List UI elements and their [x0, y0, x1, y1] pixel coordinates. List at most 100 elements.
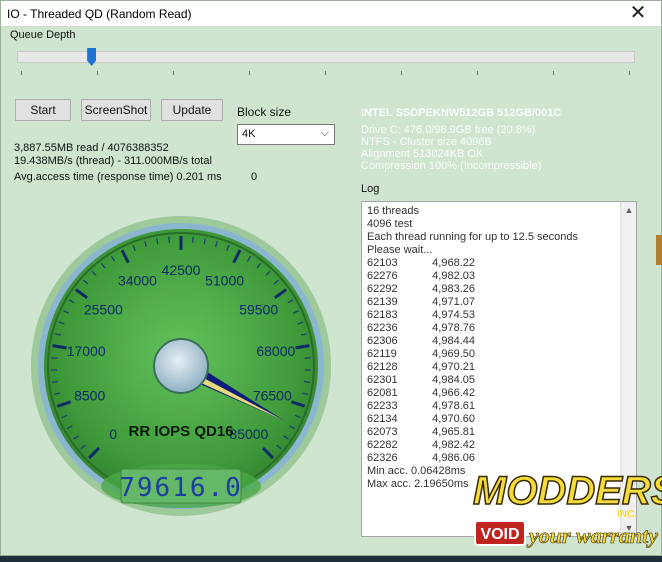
log-lines: 16 threads 4096 test Each thread running f…: [367, 205, 578, 491]
log-result-row: 62233 4,978.61: [367, 400, 578, 413]
queue-depth-slider[interactable]: [17, 51, 635, 63]
drive-free-space: Drive C: 476.0/98.9GB free (20.8%): [361, 124, 536, 136]
drive-filesystem: NTFS - Cluster size 4096B: [361, 136, 492, 148]
watermark-tagline: your warranty: [526, 523, 658, 548]
log-iops-value: 62282: [367, 439, 398, 451]
slider-tick: [553, 71, 554, 75]
log-iops-value: 62292: [367, 283, 398, 295]
gauge-minor-tick: [51, 380, 59, 383]
gauge-scale-label: 59500: [239, 302, 278, 318]
watermark-brand: MODDERS: [473, 469, 662, 513]
gauge-scale-label: 51000: [205, 272, 244, 288]
slider-tick: [325, 71, 326, 75]
drive-alignment: Alignment 513024KB OK: [361, 148, 484, 160]
gauge-title: RR IOPS QD16: [128, 423, 233, 440]
gauge-scale-label: 76500: [253, 388, 292, 404]
gauge-minor-tick: [168, 236, 170, 243]
log-header-line: Please wait...: [367, 244, 433, 256]
log-speed-value: 4,970.21: [432, 361, 475, 373]
speed-text: 19.438MB/s (thread) - 311.000MB/s total: [14, 155, 212, 167]
app-window: IO - Threaded QD (Random Read) ✕ Queue D…: [0, 0, 662, 556]
log-speed-value: 4,982.42: [432, 439, 475, 451]
gauge-scale-label: 34000: [118, 272, 157, 288]
log-header-line: 16 threads: [367, 205, 419, 217]
gauge-scale-label: 8500: [74, 388, 105, 404]
gauge-minor-tick: [303, 380, 311, 383]
log-speed-value: 4,978.61: [432, 400, 475, 412]
gauge-hub: [153, 338, 209, 394]
log-iops-value: 62134: [367, 413, 398, 425]
slider-tick: [173, 71, 174, 75]
log-result-row: 62276 4,982.03: [367, 270, 578, 283]
log-result-row: 62282 4,982.42: [367, 439, 578, 452]
log-iops-value: 62081: [367, 387, 398, 399]
window-title: IO - Threaded QD (Random Read): [7, 7, 192, 21]
gauge-scale-label: 25500: [84, 302, 123, 318]
close-button[interactable]: ✕: [621, 3, 655, 25]
log-result-row: 62134 4,970.60: [367, 413, 578, 426]
log-result-row: 62306 4,984.44: [367, 335, 578, 348]
log-speed-value: 4,968.22: [432, 257, 475, 269]
watermark-void: VOID: [480, 526, 519, 543]
log-iops-value: 62306: [367, 335, 398, 347]
log-result-row: 62183 4,974.53: [367, 309, 578, 322]
log-speed-value: 4,984.44: [432, 335, 475, 347]
screenshot-button[interactable]: ScreenShot: [81, 99, 151, 121]
access-count-text: 0: [251, 171, 258, 183]
slider-tick: [629, 71, 630, 75]
log-speed-value: 4,978.76: [432, 322, 475, 334]
background-strip: [656, 235, 662, 265]
log-speed-value: 4,982.03: [432, 270, 475, 282]
slider-tick: [249, 71, 250, 75]
watermark-inc: INC.: [617, 509, 637, 520]
log-iops-value: 62301: [367, 374, 398, 386]
log-label: Log: [361, 183, 380, 195]
log-result-row: 62073 4,965.81: [367, 426, 578, 439]
log-speed-value: 4,974.53: [432, 309, 475, 321]
scroll-up-icon[interactable]: ▲: [621, 202, 636, 218]
gauge-scale-label: 68000: [256, 343, 295, 359]
log-speed-value: 4,966.42: [432, 387, 475, 399]
log-iops-value: 62103: [367, 257, 398, 269]
log-result-row: 62081 4,966.42: [367, 387, 578, 400]
chevron-down-icon: ⌵: [320, 127, 329, 139]
log-result-row: 62236 4,978.76: [367, 322, 578, 335]
update-button[interactable]: Update: [161, 99, 223, 121]
block-size-label: Block size: [237, 105, 292, 119]
block-size-select[interactable]: 4K ⌵: [237, 124, 335, 145]
slider-tick: [97, 71, 98, 75]
log-iops-value: 62128: [367, 361, 398, 373]
log-iops-value: 62236: [367, 322, 398, 334]
gauge-scale-label: 42500: [162, 262, 201, 278]
drive-compression: Compression 100% (Incompressible): [361, 160, 542, 172]
log-speed-value: 4,983.26: [432, 283, 475, 295]
log-iops-value: 62183: [367, 309, 398, 321]
read-total-text: 3,887.55MB read / 4076388352: [14, 142, 169, 154]
gauge-scale-label: 17000: [67, 343, 106, 359]
start-button[interactable]: Start: [15, 99, 71, 121]
log-iops-value: 62139: [367, 296, 398, 308]
log-iops-value: 62276: [367, 270, 398, 282]
queue-depth-slider-thumb[interactable]: [87, 48, 97, 66]
log-result-row: 62103 4,968.22: [367, 257, 578, 270]
block-size-value: 4K: [242, 128, 256, 140]
slider-tick: [401, 71, 402, 75]
log-header-line: 4096 test: [367, 218, 413, 230]
gauge-readout: 79616.0: [119, 473, 243, 503]
log-result-row: 62119 4,969.50: [367, 348, 578, 361]
gauge-scale-label: 85000: [229, 426, 268, 442]
queue-depth-label: Queue Depth: [10, 29, 76, 41]
drive-model: INTEL SSDPEKNW512GB 512GB/001C: [361, 107, 562, 119]
log-speed-value: 4,986.06: [432, 452, 475, 464]
log-iops-value: 62119: [367, 348, 397, 360]
log-speed-value: 4,984.05: [432, 374, 475, 386]
slider-tick: [477, 71, 478, 75]
gauge-minor-tick: [192, 236, 194, 243]
log-iops-value: 62326: [367, 452, 398, 464]
iops-gauge: 0 8500 17000 25500 34000 4250051000 59500 68000…: [31, 216, 331, 516]
access-time-text: Avg.access time (response time) 0.201 ms: [14, 171, 222, 183]
log-result-row: 62128 4,970.21: [367, 361, 578, 374]
slider-tick: [21, 71, 22, 75]
log-header-line: Each thread running for up to 12.5 secon…: [367, 231, 578, 243]
gauge-scale-label: 0: [109, 426, 117, 442]
